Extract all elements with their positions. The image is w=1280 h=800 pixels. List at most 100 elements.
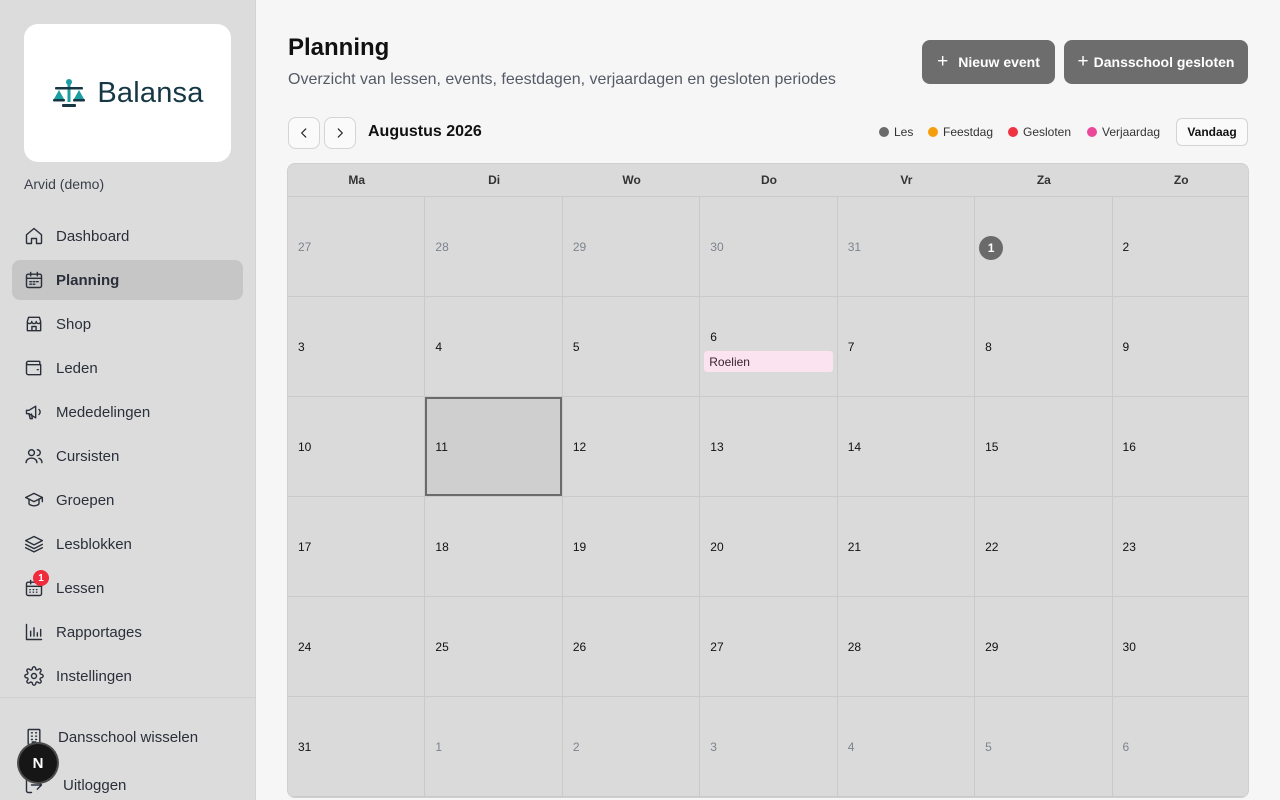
calendar-day-cell[interactable]: 12	[562, 397, 701, 497]
school-closed-button[interactable]: + Dansschool gesloten	[1064, 40, 1248, 84]
today-button[interactable]: Vandaag	[1176, 118, 1248, 146]
new-event-label: Nieuw event	[958, 54, 1040, 70]
sidebar-item-cursisten[interactable]: Cursisten	[12, 436, 243, 476]
day-number: 4	[847, 740, 855, 754]
calendar-day-cell[interactable]: 26	[562, 597, 701, 697]
day-number: 30	[710, 240, 724, 254]
day-number: 24	[298, 640, 312, 654]
calendar-day-cell[interactable]: 14	[837, 397, 976, 497]
legend-label: Feestdag	[943, 125, 994, 139]
day-number: 11	[435, 440, 448, 454]
sidebar-item-mededelingen[interactable]: Mededelingen	[12, 392, 243, 432]
gear-icon	[24, 666, 44, 686]
sidebar-item-label: Planning	[56, 271, 120, 289]
day-number: 2	[1122, 240, 1130, 254]
calendar-day-cell[interactable]: 9	[1112, 297, 1248, 397]
calendar-day-cell[interactable]: 30	[1112, 597, 1248, 697]
calendar-day-cell[interactable]: 1	[975, 197, 1113, 297]
calendar-day-cell[interactable]: 22	[975, 497, 1113, 597]
day-number: 6	[1122, 740, 1130, 754]
calendar-day-cell[interactable]: 6	[1112, 697, 1248, 797]
sidebar-item-lesblokken[interactable]: Lesblokken	[12, 524, 243, 564]
sidebar: Balansa Arvid (demo) Dashboard Planning …	[0, 0, 256, 800]
day-number: 14	[847, 440, 862, 454]
calendar-day-cell[interactable]: 27	[288, 197, 426, 297]
calendar-day-cell[interactable]: 8	[975, 297, 1113, 397]
calendar-day-cell[interactable]: 28	[837, 597, 976, 697]
day-number: 19	[572, 540, 587, 554]
sidebar-item-instellingen[interactable]: Instellingen	[12, 656, 243, 696]
calendar-day-cell[interactable]: 4	[425, 297, 563, 397]
calendar-day-cell[interactable]: 11	[425, 397, 563, 497]
calendar-day-cell[interactable]: 23	[1112, 497, 1248, 597]
birthday-event-chip[interactable]: Roelien	[704, 351, 834, 372]
calendar-day-cell[interactable]: 6 Roelien	[700, 297, 838, 397]
calendar-day-cell[interactable]: 30	[700, 197, 838, 297]
calendar-day-cell[interactable]: 28	[425, 197, 563, 297]
day-number: 16	[1122, 440, 1136, 454]
chevron-right-icon	[337, 128, 343, 138]
logo-card[interactable]: Balansa	[24, 24, 231, 162]
weekday-label: Ma	[348, 173, 366, 187]
calendar-day-cell[interactable]: 16	[1112, 397, 1248, 497]
calendar-day-cell[interactable]: 29	[975, 597, 1113, 697]
sidebar-item-label: Lessen	[56, 579, 105, 597]
dev-tools-badge[interactable]: N	[19, 744, 57, 782]
calendar-day-cell[interactable]: 1	[425, 697, 563, 797]
next-month-button[interactable]	[324, 117, 356, 149]
sidebar-item-dashboard[interactable]: Dashboard	[12, 216, 243, 256]
store-icon	[24, 314, 44, 334]
graduation-cap-icon	[24, 490, 44, 510]
calendar-day-cell[interactable]: 15	[975, 397, 1113, 497]
calendar-day-cell[interactable]: 3	[288, 297, 426, 397]
day-number: 15	[985, 440, 999, 454]
new-event-button[interactable]: + Nieuw event	[922, 40, 1055, 84]
calendar-day-cell[interactable]: 7	[837, 297, 976, 397]
page-title: Planning	[288, 34, 390, 61]
sidebar-item-shop[interactable]: Shop	[12, 304, 243, 344]
sidebar-item-leden[interactable]: Leden	[12, 348, 243, 388]
calendar-day-cell[interactable]: 3	[700, 697, 838, 797]
logout-label: Uitloggen	[63, 776, 127, 794]
balance-scale-logo-icon	[53, 79, 86, 107]
calendar-day-cell[interactable]: 10	[288, 397, 426, 497]
legend-dot	[1008, 127, 1018, 137]
sidebar-item-planning[interactable]: Planning	[12, 260, 243, 300]
sidebar-nav: Dashboard Planning Shop Leden Mededeling…	[12, 216, 243, 700]
calendar-day-cell[interactable]: 20	[700, 497, 838, 597]
calendar-day-cell[interactable]: 4	[837, 697, 976, 797]
day-number: 30	[1122, 640, 1136, 654]
day-number: 27	[298, 240, 312, 254]
sidebar-item-label: Leden	[56, 359, 98, 377]
legend-verjaardag: Verjaardag	[1087, 124, 1160, 140]
calendar-day-cell[interactable]: 17	[288, 497, 426, 597]
sidebar-item-rapportages[interactable]: Rapportages	[12, 612, 243, 652]
calendar-day-cell[interactable]: 5	[562, 297, 701, 397]
switch-school-label: Dansschool wisselen	[58, 728, 199, 746]
day-number: 18	[435, 540, 449, 554]
legend-dot	[879, 127, 889, 137]
prev-month-button[interactable]	[288, 117, 320, 149]
day-number: 20	[710, 540, 724, 554]
calendar-day-cell[interactable]: 24	[288, 597, 426, 697]
calendar-day-cell[interactable]: 19	[562, 497, 701, 597]
weekday-label: Zo	[1173, 173, 1189, 187]
calendar-day-cell[interactable]: 18	[425, 497, 563, 597]
calendar-day-cell[interactable]: 31	[288, 697, 426, 797]
calendar-day-cell[interactable]: 2	[1112, 197, 1248, 297]
sidebar-item-lessen[interactable]: 1 Lessen	[12, 568, 243, 608]
calendar-day-cell[interactable]: 25	[425, 597, 563, 697]
day-number: 29	[572, 240, 587, 254]
calendar-day-cell[interactable]: 2	[562, 697, 701, 797]
calendar-day-cell[interactable]: 27	[700, 597, 838, 697]
sidebar-item-label: Lesblokken	[56, 535, 132, 553]
school-closed-label: Dansschool gesloten	[1093, 54, 1235, 70]
switch-school-button[interactable]: Dansschool wisselen	[24, 725, 198, 749]
calendar-day-cell[interactable]: 29	[562, 197, 701, 297]
sidebar-item-groepen[interactable]: Groepen	[12, 480, 243, 520]
layers-icon	[24, 534, 44, 554]
calendar-day-cell[interactable]: 21	[837, 497, 976, 597]
calendar-day-cell[interactable]: 31	[837, 197, 976, 297]
calendar-day-cell[interactable]: 5	[975, 697, 1113, 797]
calendar-day-cell[interactable]: 13	[700, 397, 838, 497]
